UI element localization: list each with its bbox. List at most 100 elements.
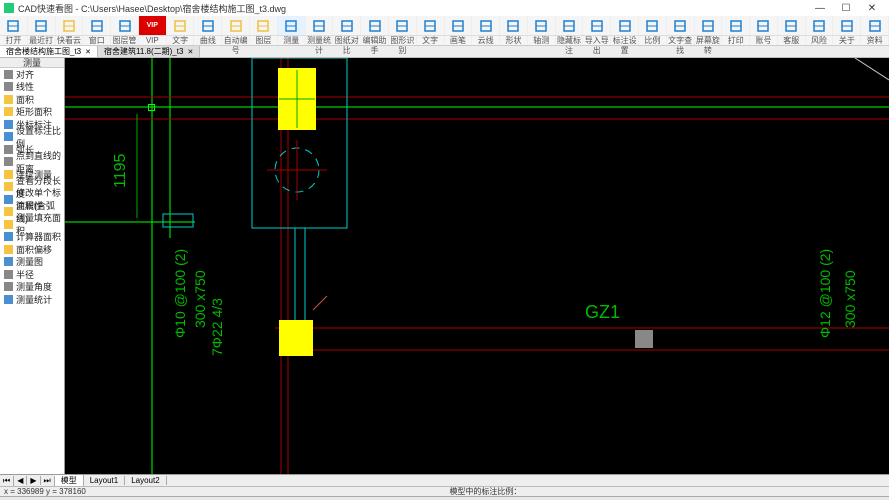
drawing-canvas[interactable]: 1195 Φ10 @100 (2) 300 x750 7Φ22 4/3 GZ1 … [65,58,889,474]
side-item[interactable]: 矩形面积 [0,106,64,119]
layout-tab[interactable]: Layout2 [125,476,166,485]
app-icon [4,3,14,13]
side-panel-header: 测量 [0,58,64,68]
tool-cloud[interactable] [56,16,84,35]
tool-service[interactable] [778,16,806,35]
tool-text[interactable] [167,16,195,35]
layout-nav-button[interactable]: ▶ [27,476,40,485]
side-item[interactable]: 半径 [0,268,64,281]
side-item[interactable]: 对齐 [0,68,64,81]
layout-nav-button[interactable]: ⏭ [41,476,55,486]
tool-resource[interactable] [861,16,889,35]
main-toolbar: VIP [0,16,889,36]
line-icon [4,157,13,166]
layout-nav-button[interactable]: ◀ [14,476,27,485]
tool-alert[interactable] [806,16,834,35]
tool-label-textsearch: 文字查找 [667,36,695,45]
side-item[interactable]: 设置标注比例 [0,131,64,144]
side-item[interactable]: 线性 [0,81,64,94]
tool-recent[interactable] [28,16,56,35]
ruler-icon [4,120,13,129]
document-tabstrip: 宿舍楼结构施工图_t3✕ 宿舍建筑11.8(二期)_t3 ✕ [0,46,889,58]
tool-hidemark[interactable] [556,16,584,35]
tool-recog[interactable] [389,16,417,35]
close-tab-icon[interactable]: ✕ [85,48,91,56]
tool-window[interactable] [83,16,111,35]
tool-label-rotate: 屏幕旋转 [695,36,723,45]
tool-label-brush: 画笔 [445,36,473,45]
document-tab-label: 宿舍建筑11.8(二期)_t3 [104,46,183,57]
tool-importexport[interactable] [583,16,611,35]
app-title: CAD快速看图 - C:\Users\Hasee\Desktop\宿舍楼结构施工… [18,2,286,15]
close-button[interactable]: ✕ [859,3,885,14]
side-item[interactable]: 测量角度 [0,281,64,294]
tool-layer[interactable] [250,16,278,35]
document-tab[interactable]: 宿舍楼结构施工图_t3✕ [0,46,98,57]
side-item-label: 面积 [16,93,34,106]
tool-label-text: 文字 [167,36,195,45]
tool-label-marksettings: 标注设置 [611,36,639,45]
layout-tab[interactable]: 模型 [55,475,84,486]
tool-layermgr[interactable] [111,16,139,35]
tool-label-compare: 图纸对比 [333,36,361,45]
tool-curve[interactable] [194,16,222,35]
layout-nav-button[interactable]: ⏮ [0,476,14,486]
side-item[interactable]: 测量统计 [0,293,64,306]
tool-label-textedit: 文字 [417,36,445,45]
tool-label-open: 打开 [0,36,28,45]
side-item[interactable]: 点到直线的距离 [0,156,64,169]
layout-tab[interactable]: Layout1 [84,476,125,485]
tool-axis[interactable] [528,16,556,35]
ruler-icon [4,195,13,204]
side-item[interactable]: 测量填充面积 [0,218,64,231]
tool-label-autonum: 自动编号 [222,36,250,45]
tool-rotate[interactable] [695,16,723,35]
tool-compare[interactable] [333,16,361,35]
tool-label-measurestat: 测量统计 [306,36,334,45]
main-toolbar-labels: 打开最近打开快看云盘窗口图层管理VIP文字曲线自动编号图层测量测量统计图纸对比编… [0,36,889,46]
cursor-crosshair [148,104,155,111]
tool-label-layermgr: 图层管理 [111,36,139,45]
tool-scale[interactable] [639,16,667,35]
close-tab-icon[interactable]: ✕ [187,48,193,56]
side-item[interactable]: 面积 [0,93,64,106]
tool-label-recent: 最近打开 [28,36,56,45]
tool-print[interactable] [722,16,750,35]
tool-account[interactable] [750,16,778,35]
line-icon [4,270,13,279]
tool-label-shape: 形状 [500,36,528,45]
side-item[interactable]: 计算器面积 [0,231,64,244]
status-bar: x = 336989 y = 378160 模型中的标注比例： [0,486,889,496]
tool-textsearch[interactable] [667,16,695,35]
side-item-label: 半径 [16,268,34,281]
tool-open[interactable] [0,16,28,35]
tool-marksettings[interactable] [611,16,639,35]
side-item-label: 矩形面积 [16,105,52,118]
tool-vip[interactable]: VIP [139,16,167,35]
folder-icon [4,207,13,216]
tool-measure[interactable] [278,16,306,35]
tool-revcloud[interactable] [472,16,500,35]
line-icon [4,282,13,291]
ruler-icon [4,295,13,304]
tool-shape[interactable] [500,16,528,35]
folder-icon [4,107,13,116]
tool-autonum[interactable] [222,16,250,35]
svg-text:1195: 1195 [112,153,129,188]
tool-textedit[interactable] [417,16,445,35]
svg-text:Φ12 @100 (2): Φ12 @100 (2) [817,249,833,338]
minimize-button[interactable]: — [807,3,833,14]
side-item-label: 测量统计 [16,293,52,306]
tool-about[interactable] [833,16,861,35]
side-item[interactable]: 测量图 [0,256,64,269]
svg-text:300 x750: 300 x750 [842,270,858,328]
tool-helper[interactable] [361,16,389,35]
ruler-icon [4,257,13,266]
tool-measurestat[interactable] [306,16,334,35]
tool-brush[interactable] [445,16,473,35]
tool-label-axis: 轴测 [528,36,556,45]
maximize-button[interactable]: ☐ [833,3,859,14]
document-tab[interactable]: 宿舍建筑11.8(二期)_t3 ✕ [98,46,200,57]
side-item-label: 面积偏移 [16,243,52,256]
side-item[interactable]: 面积偏移 [0,243,64,256]
